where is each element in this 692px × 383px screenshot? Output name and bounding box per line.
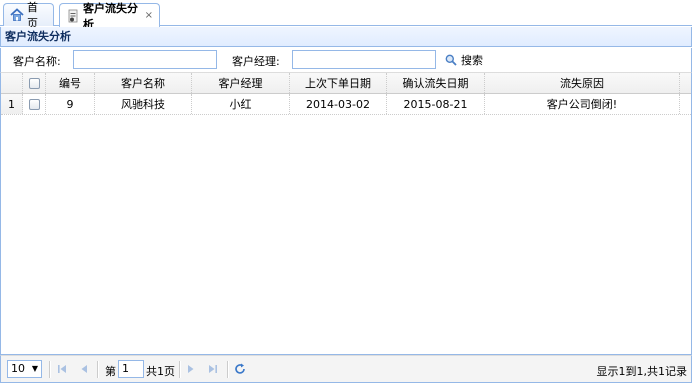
cell-confirm-churn-date: 2015-08-21: [387, 94, 485, 114]
prev-page-icon: [81, 365, 87, 373]
page-total: 共1页: [146, 365, 175, 378]
page-prefix: 第: [105, 365, 116, 378]
search-icon: [445, 54, 461, 66]
last-page-icon: [209, 365, 217, 373]
row-checkbox[interactable]: [28, 98, 40, 110]
customer-name-input[interactable]: [73, 50, 217, 69]
cell-last-order-date: 2014-03-02: [290, 94, 387, 114]
tabs-bar: 首页 客户流失分析 ×: [0, 0, 692, 31]
next-page-icon: [188, 365, 194, 373]
tab-churn-analysis[interactable]: 客户流失分析 ×: [59, 2, 160, 31]
header-select-all[interactable]: [23, 73, 46, 93]
customer-manager-label: 客户经理:: [232, 55, 280, 68]
customer-name-label: 客户名称:: [13, 55, 61, 68]
customer-manager-input[interactable]: [292, 50, 436, 69]
home-icon: [10, 8, 24, 22]
header-confirm-churn-date[interactable]: 确认流失日期: [387, 73, 485, 93]
header-customer-name[interactable]: 客户名称: [95, 73, 192, 93]
tab-close-icon[interactable]: ×: [145, 10, 153, 21]
pagination-bar: 10 ▼ 第 1 共1页 显示1到1,共1记录: [0, 355, 692, 383]
cell-customer-manager: 小红: [192, 94, 290, 114]
tab-home[interactable]: 首页: [3, 1, 54, 30]
last-page-button[interactable]: [206, 362, 220, 376]
pager-separator: [97, 361, 99, 378]
grid-header: 编号 客户名称 客户经理 上次下单日期 确认流失日期 流失原因: [1, 73, 691, 94]
search-button[interactable]: 搜索: [445, 52, 483, 68]
refresh-button[interactable]: [233, 362, 247, 376]
pager-separator: [49, 361, 51, 378]
row-number: 1: [1, 94, 23, 114]
header-customer-manager[interactable]: 客户经理: [192, 73, 290, 93]
prev-page-button[interactable]: [77, 362, 91, 376]
first-page-button[interactable]: [55, 362, 69, 376]
pager-info: 显示1到1,共1记录: [596, 365, 688, 378]
header-churn-reason[interactable]: 流失原因: [485, 73, 680, 93]
churn-grid: 编号 客户名称 客户经理 上次下单日期 确认流失日期 流失原因 1 9 风驰科技…: [0, 72, 692, 355]
cell-id: 9: [46, 94, 95, 114]
dropdown-arrow-icon: ▼: [31, 364, 38, 373]
header-last-order-date[interactable]: 上次下单日期: [290, 73, 387, 93]
cell-customer-name: 风驰科技: [95, 94, 192, 114]
row-select[interactable]: [23, 94, 46, 114]
search-button-label: 搜索: [461, 54, 483, 67]
first-page-icon: [58, 365, 66, 373]
search-toolbar: 客户名称: 客户经理: 搜索: [0, 48, 692, 72]
table-row[interactable]: 1 9 风驰科技 小红 2014-03-02 2015-08-21 客户公司倒闭…: [1, 94, 691, 115]
pager-separator: [227, 361, 229, 378]
select-all-checkbox[interactable]: [28, 77, 40, 89]
page-size-select[interactable]: 10 ▼: [7, 360, 42, 378]
refresh-icon: [235, 363, 245, 374]
document-icon: [66, 9, 80, 23]
page-size-value: 10: [11, 362, 25, 375]
page-number-input[interactable]: 1: [118, 360, 144, 378]
cell-churn-reason: 客户公司倒闭!: [485, 94, 680, 114]
header-id[interactable]: 编号: [46, 73, 95, 93]
panel-title: 客户流失分析: [0, 27, 692, 47]
pager-separator: [179, 361, 181, 378]
next-page-button[interactable]: [184, 362, 198, 376]
header-rownum: [1, 73, 23, 93]
